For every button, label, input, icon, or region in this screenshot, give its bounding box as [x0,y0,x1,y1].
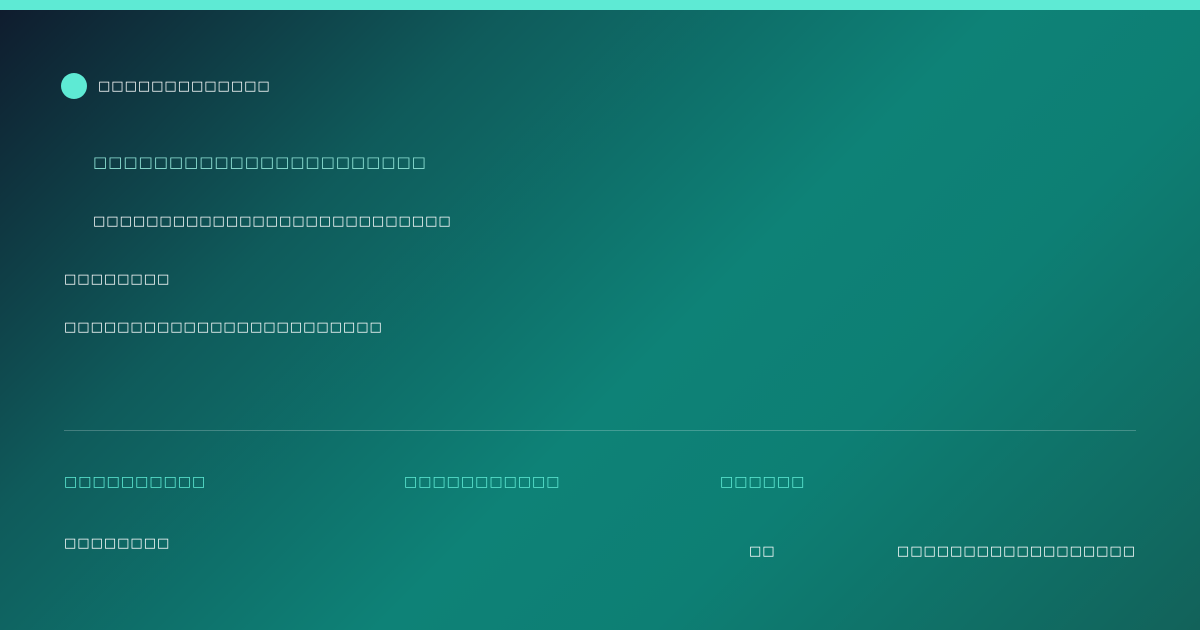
footer-mid-text: □□ [749,544,776,559]
headline: □□□□□□□□□□□□□□□□□□□□□□ [93,153,427,171]
meta-item-2: □□□□□□□□□□□ [404,474,561,490]
brand-logo-icon [61,73,87,99]
meta-item-3: □□□□□□ [720,474,806,490]
top-accent-bar [0,0,1200,10]
brand-name: □□□□□□□□□□□□□ [98,79,271,94]
description-text: □□□□□□□□□□□□□□□□□□□□□□□□ [64,320,383,335]
meta-item-1: □□□□□□□□□□ [64,474,207,490]
subheadline: □□□□□□□□□□□□□□□□□□□□□□□□□□□ [93,214,452,229]
divider [64,430,1136,431]
footer-left-text: □□□□□□□□ [64,536,171,551]
footer-right-text: □□□□□□□□□□□□□□□□□□ [896,544,1136,559]
section-label: □□□□□□□□ [64,272,171,287]
